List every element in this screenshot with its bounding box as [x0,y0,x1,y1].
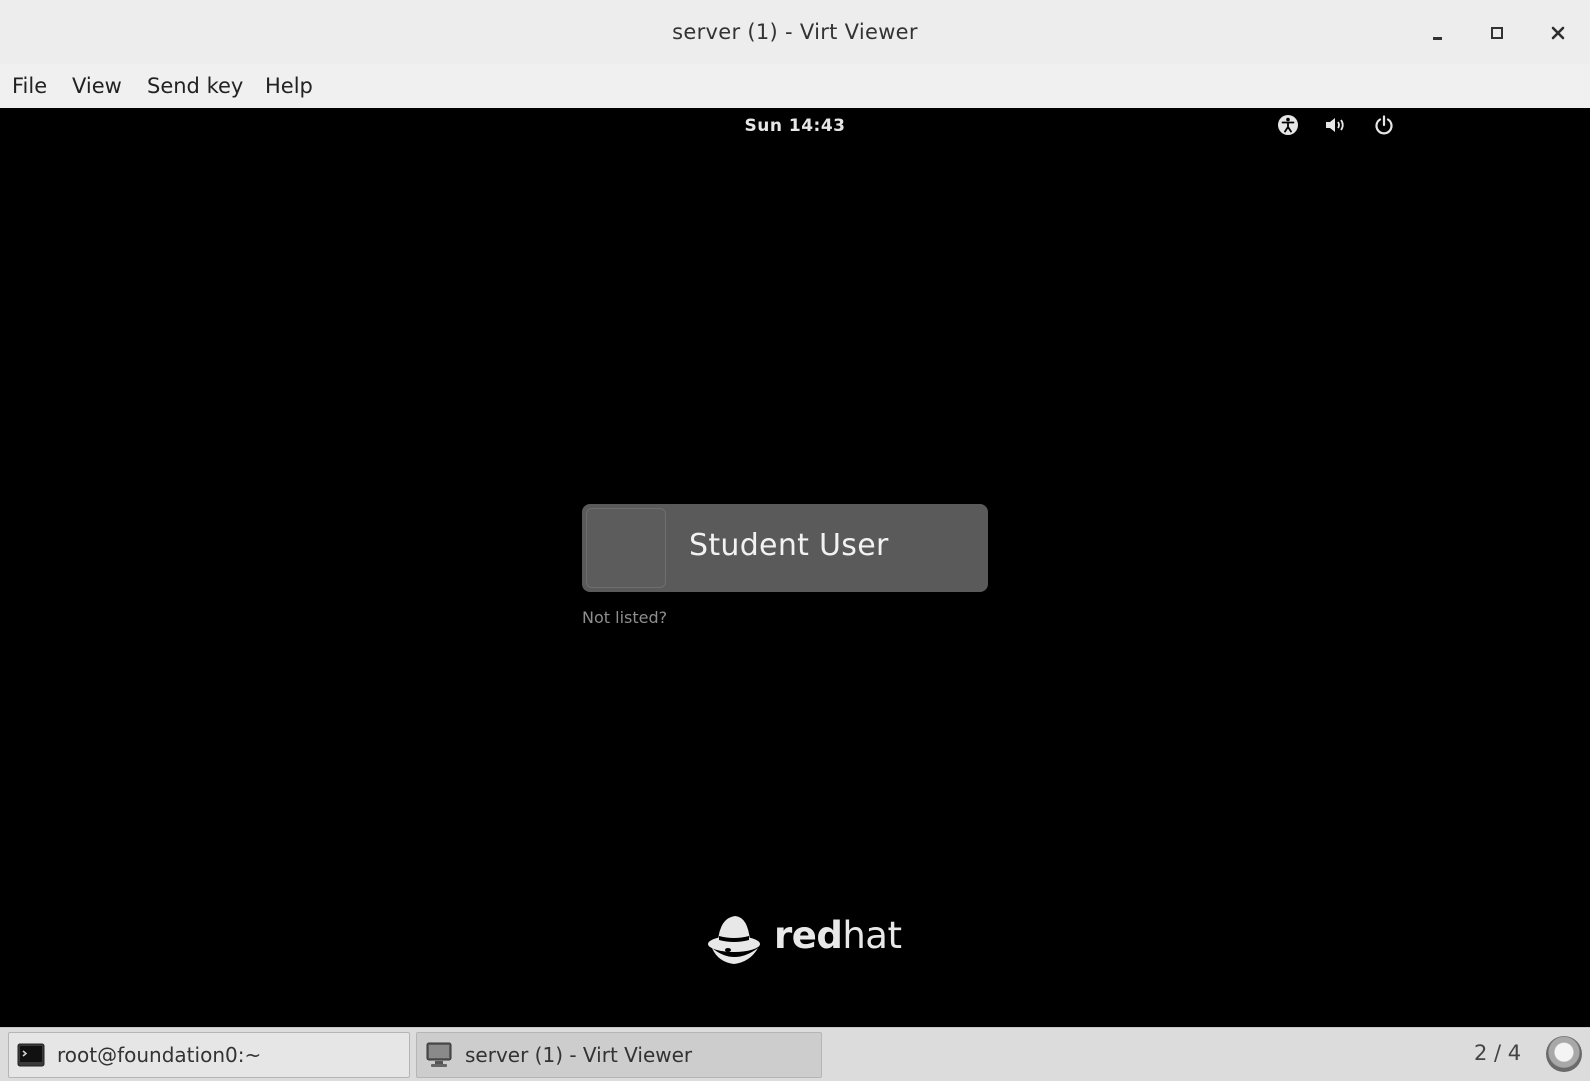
menu-bar: File View Send key Help [0,64,1590,109]
clock[interactable]: Sun 14:43 [0,116,1590,136]
title-bar: server (1) - Virt Viewer [0,0,1590,65]
workspace-indicator[interactable]: 2 / 4 [1474,1041,1521,1065]
terminal-icon [17,1043,45,1067]
menu-view[interactable]: View [72,74,122,98]
minimize-button[interactable] [1422,18,1452,48]
close-icon [1551,26,1565,40]
volume-icon [1326,118,1344,132]
not-listed-link[interactable]: Not listed? [582,608,667,627]
monitor-icon [425,1042,453,1067]
window-title: server (1) - Virt Viewer [672,20,918,44]
menu-file[interactable]: File [12,74,47,98]
close-button[interactable] [1543,18,1573,48]
redhat-logo: redhat [704,908,902,970]
notification-icon[interactable] [1546,1036,1582,1072]
maximize-button[interactable] [1482,18,1512,48]
accessibility-icon [1278,115,1298,135]
maximize-icon [1491,27,1503,39]
avatar [586,508,666,588]
logo-text-regular: hat [842,914,902,957]
user-list-item[interactable]: Student User [582,504,988,592]
taskbar-item-terminal[interactable]: root@foundation0:~ [8,1032,410,1078]
menu-help[interactable]: Help [265,74,313,98]
power-icon [1375,115,1393,135]
user-name: Student User [689,528,889,563]
accessibility-menu[interactable] [1276,113,1300,137]
taskbar-item-label: root@foundation0:~ [57,1043,262,1067]
volume-menu[interactable] [1324,113,1348,137]
logo-text-bold: red [774,914,843,957]
minimize-icon [1432,36,1442,40]
taskbar-item-label: server (1) - Virt Viewer [465,1043,693,1067]
menu-send-key[interactable]: Send key [147,74,243,98]
guest-display[interactable]: Sun 14:43 Student User Not listed? redha… [0,108,1590,1027]
power-menu[interactable] [1372,113,1396,137]
taskbar-item-virt-viewer[interactable]: server (1) - Virt Viewer [416,1032,822,1078]
virt-viewer-window: server (1) - Virt Viewer File View Send … [0,0,1590,1081]
taskbar: root@foundation0:~ server (1) - Virt Vie… [0,1027,1590,1081]
shadowman-icon [708,916,760,964]
logo-text: redhat [774,914,902,957]
